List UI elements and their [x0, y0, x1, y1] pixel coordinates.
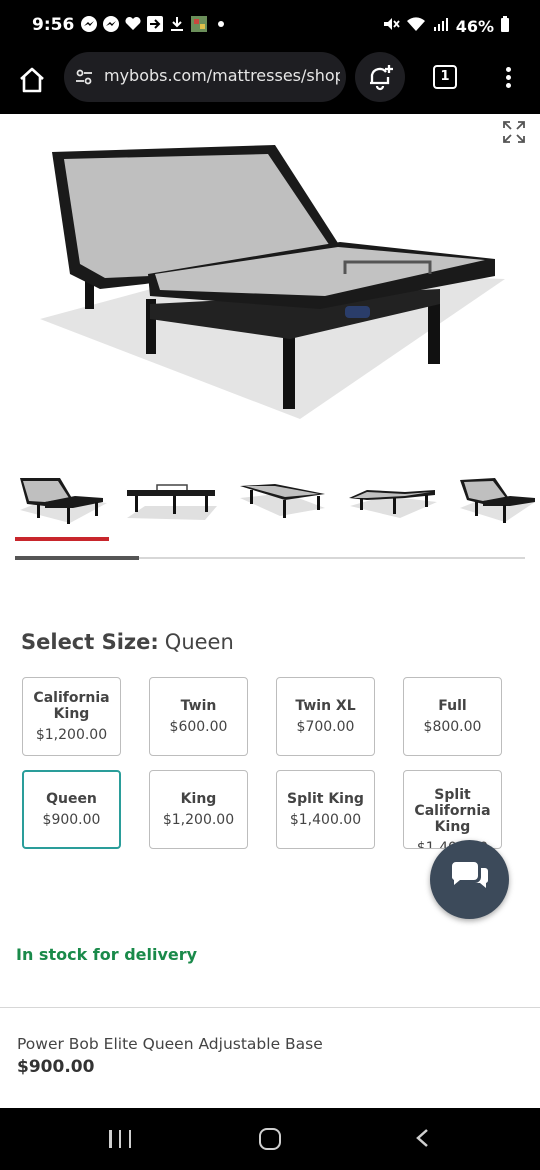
size-option-split-king[interactable]: Split King $1,400.00 [276, 770, 375, 849]
status-time: 9:56 [32, 15, 75, 35]
size-option-twin[interactable]: Twin $600.00 [149, 677, 248, 756]
fullscreen-icon[interactable] [502, 120, 526, 144]
forward-icon [146, 15, 164, 33]
notification-icons [80, 15, 230, 33]
tabs-button[interactable]: 1 [433, 65, 457, 89]
active-thumbnail-indicator [15, 537, 109, 541]
size-option-full[interactable]: Full $800.00 [403, 677, 502, 756]
dot-icon [212, 15, 230, 33]
browser-toolbar: mybobs.com/mattresses/shop 1 [0, 52, 540, 114]
messenger-icon [80, 15, 98, 33]
selected-size: Queen [164, 630, 234, 654]
notifications-button[interactable] [355, 52, 405, 102]
product-summary-price: $900.00 [17, 1057, 95, 1077]
back-icon[interactable] [413, 1128, 433, 1148]
status-right: 46% [382, 15, 510, 37]
heart-message-icon [124, 15, 142, 33]
home-nav-icon[interactable] [259, 1128, 281, 1150]
gallery-thumbnail[interactable] [15, 468, 110, 528]
gallery-thumbnail[interactable] [345, 468, 440, 528]
mute-icon [382, 15, 400, 37]
system-navigation-bar [0, 1108, 540, 1170]
product-summary-name: Power Bob Elite Queen Adjustable Base [17, 1035, 323, 1053]
gallery-thumbnails [0, 468, 540, 538]
url-text[interactable]: mybobs.com/mattresses/shop [104, 66, 340, 85]
wifi-icon [406, 15, 426, 37]
site-settings-icon[interactable] [74, 67, 94, 87]
gallery-thumbnail[interactable] [235, 468, 330, 528]
recents-icon[interactable] [109, 1130, 131, 1148]
gallery-thumbnail[interactable] [455, 468, 540, 528]
size-option-split-california-king[interactable]: Split California King $1,400.00 [403, 770, 502, 849]
url-bar[interactable]: mybobs.com/mattresses/shop [64, 52, 346, 102]
chat-icon [451, 862, 489, 888]
size-selector-title: Select Size: Queen [21, 630, 234, 654]
status-bar: 9:56 46% [0, 0, 540, 52]
more-menu-icon[interactable] [498, 64, 518, 92]
signal-icon [432, 15, 450, 37]
size-option-king[interactable]: King $1,200.00 [149, 770, 248, 849]
home-icon [20, 67, 44, 93]
photo-icon [190, 15, 208, 33]
gallery-thumbnail[interactable] [125, 468, 220, 528]
chat-button[interactable] [430, 840, 509, 919]
stock-status: In stock for delivery [16, 945, 198, 964]
section-divider [0, 1007, 540, 1008]
home-button[interactable] [14, 62, 50, 98]
product-main-image[interactable] [0, 114, 540, 444]
size-label: Select Size: [21, 630, 159, 654]
battery-percent: 46% [455, 16, 494, 36]
size-option-twin-xl[interactable]: Twin XL $700.00 [276, 677, 375, 756]
bell-plus-icon [370, 65, 393, 91]
size-option-queen[interactable]: Queen $900.00 [22, 770, 121, 849]
battery-icon [500, 15, 510, 37]
thumbnail-scrollbar-thumb[interactable] [15, 556, 139, 560]
download-icon [168, 15, 186, 33]
size-option-california-king[interactable]: California King $1,200.00 [22, 677, 121, 756]
messenger-icon [102, 15, 120, 33]
